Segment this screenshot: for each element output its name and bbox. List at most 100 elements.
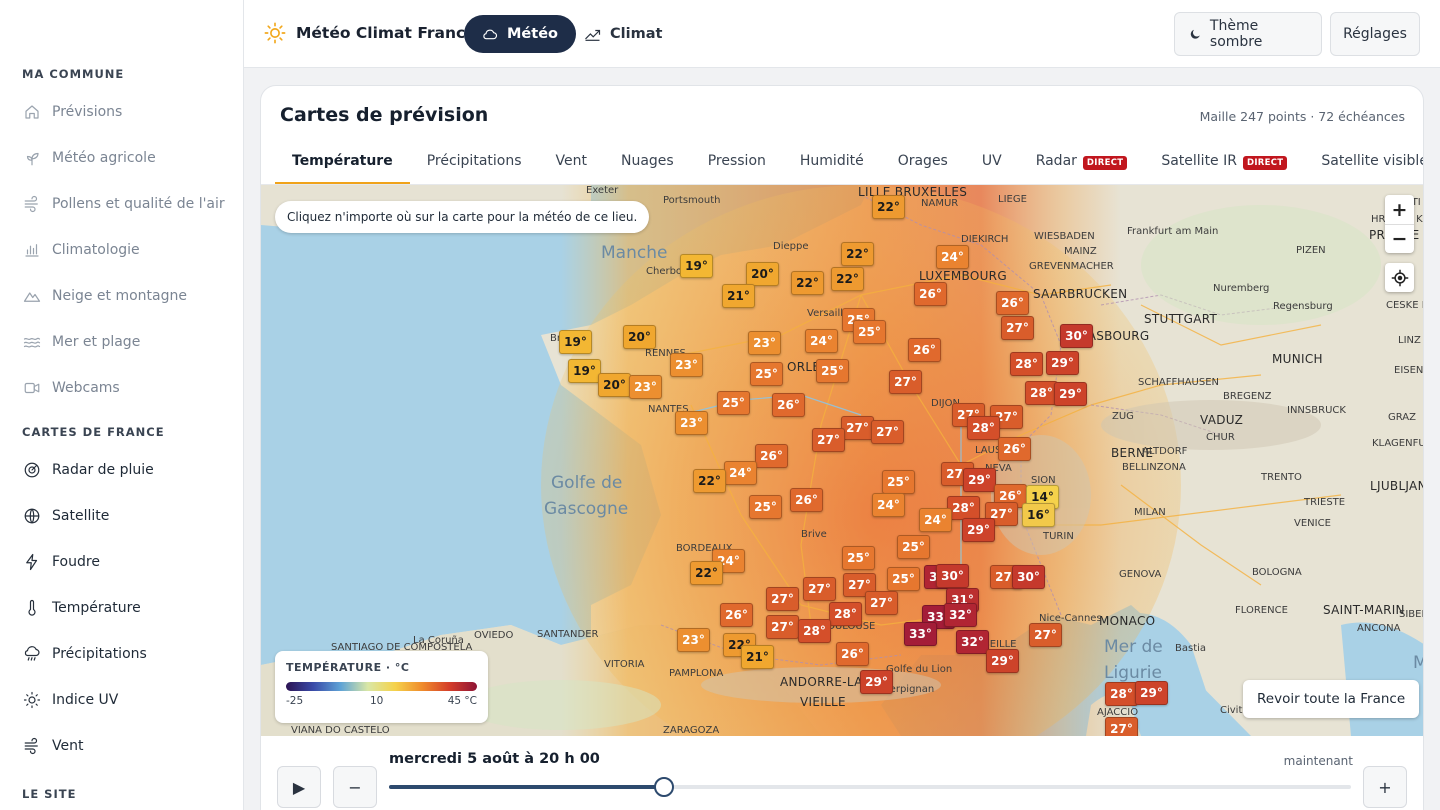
sidebar-item-climatologie[interactable]: Climatologie bbox=[0, 227, 243, 273]
temperature-marker[interactable]: 22° bbox=[791, 271, 824, 295]
temperature-marker[interactable]: 27° bbox=[766, 587, 799, 611]
temperature-marker[interactable]: 33° bbox=[904, 622, 937, 646]
temperature-marker[interactable]: 24° bbox=[936, 245, 969, 269]
play-button[interactable]: ▶ bbox=[277, 766, 321, 808]
tab-satellite-visible[interactable]: Satellite visibleDIRECT bbox=[1304, 143, 1423, 185]
temperature-marker[interactable]: 25° bbox=[897, 535, 930, 559]
step-back-button[interactable]: − bbox=[333, 766, 377, 808]
temperature-marker[interactable]: 23° bbox=[675, 411, 708, 435]
temperature-marker[interactable]: 25° bbox=[749, 495, 782, 519]
temperature-marker[interactable]: 25° bbox=[750, 362, 783, 386]
temperature-marker[interactable]: 25° bbox=[717, 391, 750, 415]
temperature-marker[interactable]: 29° bbox=[1135, 681, 1168, 705]
tab-pression[interactable]: Pression bbox=[691, 143, 783, 185]
temperature-marker[interactable]: 23° bbox=[748, 331, 781, 355]
tab-satellite-ir[interactable]: Satellite IR DIRECT bbox=[1144, 143, 1304, 185]
temperature-marker[interactable]: 30° bbox=[1060, 324, 1093, 348]
sidebar-item-temperature[interactable]: Température bbox=[0, 585, 243, 631]
timeline-slider-handle[interactable] bbox=[654, 777, 675, 797]
temperature-marker[interactable]: 22° bbox=[841, 242, 874, 266]
tab-vent[interactable]: Vent bbox=[539, 143, 604, 185]
temperature-marker[interactable]: 24° bbox=[724, 461, 757, 485]
reset-view-button[interactable]: Revoir toute la France bbox=[1243, 680, 1420, 718]
temperature-marker[interactable]: 28° bbox=[829, 602, 862, 626]
settings-button[interactable]: Réglages bbox=[1330, 12, 1420, 56]
temperature-marker[interactable]: 27° bbox=[812, 428, 845, 452]
sidebar-item-foudre[interactable]: Foudre bbox=[0, 539, 243, 585]
zoom-in-button[interactable]: + bbox=[1385, 195, 1414, 224]
sidebar-item-indice-uv[interactable]: Indice UV bbox=[0, 677, 243, 723]
temperature-marker[interactable]: 22° bbox=[872, 195, 905, 219]
temperature-marker[interactable]: 26° bbox=[755, 444, 788, 468]
temperature-marker[interactable]: 26° bbox=[908, 338, 941, 362]
tab-radar[interactable]: Radar DIRECT bbox=[1019, 143, 1145, 185]
temperature-marker[interactable]: 27° bbox=[1105, 717, 1138, 736]
temperature-marker[interactable]: 26° bbox=[996, 291, 1029, 315]
temperature-marker[interactable]: 26° bbox=[772, 393, 805, 417]
temperature-marker[interactable]: 30° bbox=[936, 564, 969, 588]
brand[interactable]: Météo Climat France bbox=[264, 22, 476, 44]
temperature-marker[interactable]: 19° bbox=[568, 359, 601, 383]
temperature-marker[interactable]: 29° bbox=[1054, 382, 1087, 406]
nav-climat-button[interactable]: Climat bbox=[566, 15, 680, 53]
temperature-marker[interactable]: 32° bbox=[944, 603, 977, 627]
temperature-marker[interactable]: 28° bbox=[798, 619, 831, 643]
temperature-marker[interactable]: 25° bbox=[882, 470, 915, 494]
tab-nuages[interactable]: Nuages bbox=[604, 143, 691, 185]
temperature-marker[interactable]: 28° bbox=[1105, 682, 1138, 706]
temperature-marker[interactable]: 26° bbox=[720, 603, 753, 627]
nav-meteo-button[interactable]: Météo bbox=[464, 15, 576, 53]
timeline-slider[interactable] bbox=[389, 777, 1351, 797]
sidebar-item-radar-de-pluie[interactable]: Radar de pluie bbox=[0, 447, 243, 493]
temperature-marker[interactable]: 25° bbox=[842, 546, 875, 570]
sidebar-item-vent[interactable]: Vent bbox=[0, 723, 243, 769]
temperature-marker[interactable]: 16° bbox=[1022, 503, 1055, 527]
temperature-marker[interactable]: 24° bbox=[872, 493, 905, 517]
tab-temperature[interactable]: Température bbox=[275, 143, 410, 185]
temperature-marker[interactable]: 27° bbox=[1029, 623, 1062, 647]
temperature-marker[interactable]: 19° bbox=[559, 330, 592, 354]
sidebar-item-webcams[interactable]: Webcams bbox=[0, 365, 243, 411]
temperature-marker[interactable]: 30° bbox=[1012, 565, 1045, 589]
temperature-marker[interactable]: 21° bbox=[722, 284, 755, 308]
temperature-marker[interactable]: 26° bbox=[998, 437, 1031, 461]
temperature-map[interactable]: Manche Golfe de Gascogne Mer de Ligurie LUXEM… bbox=[261, 185, 1423, 736]
temperature-marker[interactable]: 27° bbox=[766, 615, 799, 639]
temperature-marker[interactable]: 20° bbox=[623, 325, 656, 349]
temperature-marker[interactable]: 25° bbox=[887, 567, 920, 591]
sidebar-item-meteo-agricole[interactable]: Météo agricole bbox=[0, 135, 243, 181]
temperature-marker[interactable]: 27° bbox=[865, 591, 898, 615]
step-forward-button[interactable]: + bbox=[1363, 766, 1407, 808]
temperature-marker[interactable]: 28° bbox=[967, 416, 1000, 440]
temperature-marker[interactable]: 29° bbox=[1046, 351, 1079, 375]
temperature-marker[interactable]: 21° bbox=[741, 645, 774, 669]
temperature-marker[interactable]: 28° bbox=[1010, 352, 1043, 376]
temperature-marker[interactable]: 27° bbox=[1001, 316, 1034, 340]
sidebar-item-satellite[interactable]: Satellite bbox=[0, 493, 243, 539]
temperature-marker[interactable]: 23° bbox=[670, 353, 703, 377]
temperature-marker[interactable]: 27° bbox=[841, 416, 874, 440]
sidebar-item-mer-et-plage[interactable]: Mer et plage bbox=[0, 319, 243, 365]
temperature-marker[interactable]: 29° bbox=[963, 468, 996, 492]
temperature-marker[interactable]: 22° bbox=[693, 469, 726, 493]
temperature-marker[interactable]: 22° bbox=[690, 561, 723, 585]
temperature-marker[interactable]: 29° bbox=[962, 518, 995, 542]
dark-theme-button[interactable]: Thème sombre bbox=[1174, 12, 1322, 56]
tab-precipitations[interactable]: Précipitations bbox=[410, 143, 539, 185]
temperature-marker[interactable]: 26° bbox=[790, 488, 823, 512]
temperature-marker[interactable]: 22° bbox=[831, 267, 864, 291]
zoom-out-button[interactable]: − bbox=[1385, 224, 1414, 253]
tab-orages[interactable]: Orages bbox=[881, 143, 965, 185]
temperature-marker[interactable]: 29° bbox=[986, 649, 1019, 673]
sidebar-item-pollens-et-qualite-de-l-air[interactable]: Pollens et qualité de l'air bbox=[0, 181, 243, 227]
temperature-marker[interactable]: 32° bbox=[956, 630, 989, 654]
tab-humidite[interactable]: Humidité bbox=[783, 143, 881, 185]
temperature-marker[interactable]: 19° bbox=[680, 254, 713, 278]
temperature-marker[interactable]: 20° bbox=[746, 262, 779, 286]
temperature-marker[interactable]: 27° bbox=[889, 370, 922, 394]
temperature-marker[interactable]: 23° bbox=[629, 375, 662, 399]
temperature-marker[interactable]: 25° bbox=[853, 320, 886, 344]
temperature-marker[interactable]: 29° bbox=[860, 670, 893, 694]
temperature-marker[interactable]: 23° bbox=[677, 628, 710, 652]
temperature-marker[interactable]: 24° bbox=[805, 329, 838, 353]
